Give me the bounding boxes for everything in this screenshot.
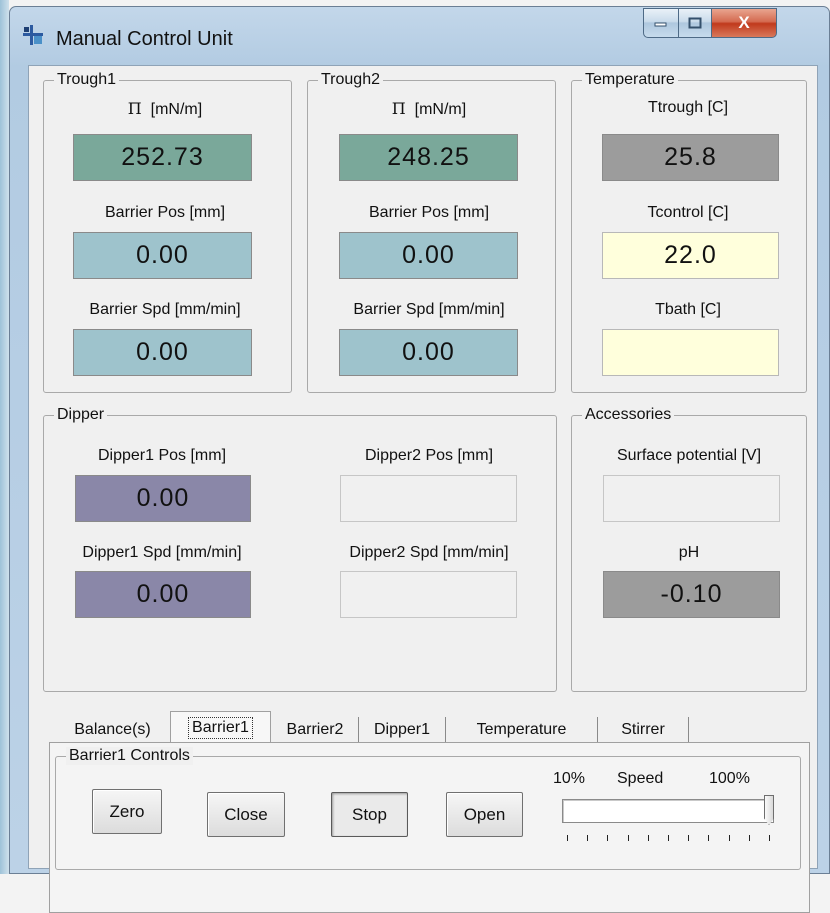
dipper1-pos-value: 0.00 bbox=[75, 475, 251, 522]
tcontrol-label: Tcontrol [C] bbox=[647, 204, 729, 221]
accessories-legend: Accessories bbox=[582, 406, 675, 424]
surface-potential-label: Surface potential [V] bbox=[616, 447, 762, 464]
trough1-barrier-spd-value: 0.00 bbox=[73, 329, 252, 376]
speed-slider-tick bbox=[647, 835, 649, 841]
tbath-label: Tbath [C] bbox=[655, 301, 721, 318]
speed-slider-tick bbox=[708, 835, 710, 841]
trough2-pressure-value: 248.25 bbox=[339, 134, 518, 181]
speed-slider-tick bbox=[748, 835, 750, 841]
speed-slider-tick bbox=[728, 835, 730, 841]
maximize-icon bbox=[688, 17, 702, 29]
tab-barrier2[interactable]: Barrier2 bbox=[272, 717, 359, 743]
stop-button[interactable]: Stop bbox=[331, 792, 408, 837]
tab-balances[interactable]: Balance(s) bbox=[55, 717, 171, 743]
speed-slider-tick bbox=[688, 835, 690, 841]
desktop-background-strip bbox=[0, 0, 9, 874]
surface-potential-value bbox=[603, 475, 780, 522]
title-bar[interactable]: Manual Control Unit X bbox=[10, 7, 829, 63]
pi-symbol: Π bbox=[391, 99, 406, 118]
speed-slider[interactable] bbox=[562, 791, 784, 853]
speed-min-label: 10% bbox=[553, 770, 586, 787]
tab-dipper1[interactable]: Dipper1 bbox=[359, 717, 446, 743]
maximize-button[interactable] bbox=[678, 8, 712, 38]
trough1-legend: Trough1 bbox=[54, 71, 119, 89]
trough2-barrier-spd-label: Barrier Spd [mm/min] bbox=[353, 301, 505, 318]
dipper1-spd-value: 0.00 bbox=[75, 571, 251, 618]
speed-slider-tick bbox=[567, 835, 568, 841]
ttrough-value: 25.8 bbox=[602, 134, 779, 181]
trough1-barrier-pos-label: Barrier Pos [mm] bbox=[104, 204, 226, 221]
speed-slider-tick bbox=[587, 835, 589, 841]
tcontrol-input[interactable]: 22.0 bbox=[602, 232, 779, 279]
dipper2-pos-label: Dipper2 Pos [mm] bbox=[364, 447, 494, 464]
tab-temperature[interactable]: Temperature bbox=[446, 717, 598, 743]
trough1-pressure-value: 252.73 bbox=[73, 134, 252, 181]
zero-button[interactable]: Zero bbox=[92, 789, 162, 834]
minimize-icon bbox=[654, 22, 667, 27]
close-button[interactable]: X bbox=[711, 8, 777, 38]
open-button[interactable]: Open bbox=[446, 792, 523, 837]
tbath-input[interactable] bbox=[602, 329, 779, 376]
temperature-legend: Temperature bbox=[582, 71, 678, 89]
dipper2-spd-value bbox=[340, 571, 517, 618]
close-icon: X bbox=[738, 13, 750, 32]
barrier1-controls-legend: Barrier1 Controls bbox=[66, 747, 193, 765]
speed-slider-tick bbox=[769, 835, 770, 841]
speed-slider-tick bbox=[607, 835, 609, 841]
ph-value: -0.10 bbox=[603, 571, 780, 618]
trough2-barrier-spd-value: 0.00 bbox=[339, 329, 518, 376]
tab-barrier1[interactable]: Barrier1 bbox=[170, 711, 271, 743]
dipper1-spd-label: Dipper1 Spd [mm/min] bbox=[82, 544, 242, 561]
ttrough-label: Ttrough [C] bbox=[647, 99, 729, 116]
speed-label: Speed bbox=[617, 770, 664, 787]
trough1-barrier-pos-value: 0.00 bbox=[73, 232, 252, 279]
speed-slider-ticks bbox=[562, 791, 784, 853]
dipper2-spd-label: Dipper2 Spd [mm/min] bbox=[349, 544, 509, 561]
main-window: Manual Control Unit X Trough1 Π [mN/m] 2… bbox=[9, 6, 830, 913]
app-icon bbox=[23, 25, 43, 45]
dipper-legend: Dipper bbox=[54, 406, 108, 424]
client-area: Trough1 Π [mN/m] 252.73 Barrier Pos [mm]… bbox=[28, 65, 818, 913]
trough1-pi-label: Π [mN/m] bbox=[128, 99, 202, 119]
trough1-pi-unit: [mN/m] bbox=[150, 101, 203, 118]
trough2-legend: Trough2 bbox=[318, 71, 383, 89]
speed-max-label: 100% bbox=[709, 770, 750, 787]
window-title: Manual Control Unit bbox=[56, 28, 233, 50]
minimize-button[interactable] bbox=[643, 8, 679, 38]
pi-symbol: Π bbox=[127, 99, 142, 118]
trough2-pi-label: Π [mN/m] bbox=[392, 99, 466, 119]
tab-stirrer[interactable]: Stirrer bbox=[598, 717, 689, 743]
dipper1-pos-label: Dipper1 Pos [mm] bbox=[97, 447, 227, 464]
trough2-barrier-pos-value: 0.00 bbox=[339, 232, 518, 279]
tab-barrier1-label: Barrier1 bbox=[188, 716, 253, 739]
speed-slider-tick bbox=[668, 835, 669, 841]
speed-slider-tick bbox=[627, 835, 629, 841]
trough2-pi-unit: [mN/m] bbox=[414, 101, 467, 118]
ph-label: pH bbox=[678, 544, 700, 561]
close-barrier-button[interactable]: Close bbox=[207, 792, 285, 837]
trough2-barrier-pos-label: Barrier Pos [mm] bbox=[368, 204, 490, 221]
trough1-barrier-spd-label: Barrier Spd [mm/min] bbox=[89, 301, 241, 318]
dipper2-pos-value bbox=[340, 475, 517, 522]
